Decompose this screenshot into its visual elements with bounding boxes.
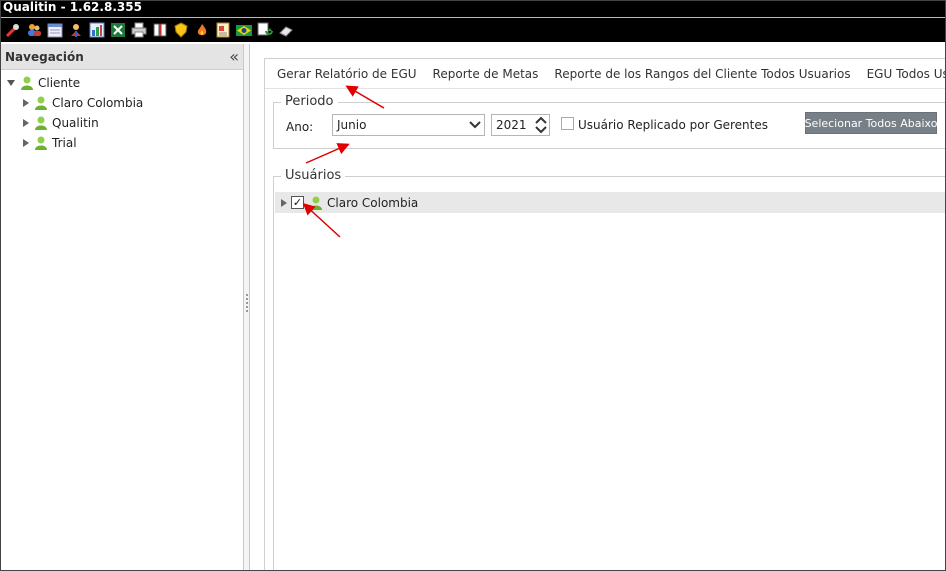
tree-label: Qualitin	[52, 116, 99, 130]
expand-arrow-icon[interactable]	[23, 139, 29, 147]
tab-egu-todos-usuarios[interactable]: EGU Todos Usuarios	[867, 67, 946, 81]
refresh-icon[interactable]	[256, 22, 273, 39]
user-tree-row[interactable]: ✓ Claro Colombia	[275, 192, 946, 213]
collapse-icon[interactable]: «	[229, 48, 239, 64]
check-icon: ✓	[292, 196, 303, 209]
expand-arrow-icon[interactable]	[7, 80, 15, 86]
user-row-label: Claro Colombia	[327, 195, 419, 210]
main-content: Gerar Relatório de EGU Reporte de Metas …	[251, 44, 946, 571]
window-title: Qualitin - 1.62.8.355	[3, 0, 142, 14]
report-icon[interactable]	[214, 22, 231, 39]
tree-node-cliente[interactable]: Cliente	[1, 73, 243, 93]
fire-icon[interactable]	[193, 22, 210, 39]
navigation-header: Navegación «	[1, 44, 243, 70]
users-icon[interactable]	[25, 22, 42, 39]
spin-down-icon[interactable]	[535, 126, 547, 134]
brazil-flag-icon[interactable]	[235, 22, 252, 39]
usuarios-fieldset: Usuários ✓ Claro Colombia	[273, 168, 946, 571]
ano-label: Ano:	[286, 120, 314, 134]
periodo-legend: Periodo	[281, 94, 338, 109]
tree-label: Cliente	[38, 76, 81, 90]
tree-node-qualitin[interactable]: Qualitin	[1, 113, 243, 133]
book-icon[interactable]	[151, 22, 168, 39]
chart-icon[interactable]	[88, 22, 105, 39]
tab-reporte-metas[interactable]: Reporte de Metas	[433, 67, 539, 81]
tree-node-claro-colombia[interactable]: Claro Colombia	[1, 93, 243, 113]
usuarios-legend: Usuários	[281, 168, 346, 183]
panel-splitter[interactable]	[244, 44, 250, 570]
user-group-icon	[35, 96, 47, 110]
replicado-label: Usuário Replicado por Gerentes	[578, 118, 768, 132]
spinner-buttons	[533, 115, 549, 135]
tree-node-trial[interactable]: Trial	[1, 133, 243, 153]
tools-icon[interactable]	[4, 22, 21, 39]
print-icon[interactable]	[130, 22, 147, 39]
expand-arrow-icon[interactable]	[23, 119, 29, 127]
chevron-down-icon[interactable]	[466, 115, 484, 135]
user-group-icon	[35, 136, 47, 150]
window-titlebar: Qualitin - 1.62.8.355	[0, 0, 946, 17]
user-group-icon	[35, 116, 47, 130]
splitter-grip-icon[interactable]	[246, 294, 248, 312]
month-value: Junio	[337, 118, 367, 132]
year-spinner[interactable]: 2021	[491, 114, 550, 136]
main-toolbar	[0, 18, 946, 42]
periodo-fieldset: Periodo Ano: Junio 2021 Usuário Replicad…	[273, 94, 946, 149]
navigation-panel: Navegación « Cliente Claro Colombia Qual…	[1, 44, 244, 570]
tree-label: Claro Colombia	[52, 96, 144, 110]
month-select[interactable]: Junio	[332, 114, 485, 136]
tree-label: Trial	[52, 136, 77, 150]
expand-arrow-icon[interactable]	[23, 99, 29, 107]
user-group-icon	[310, 196, 322, 210]
replicado-checkbox[interactable]	[561, 117, 574, 130]
tab-reporte-rangos[interactable]: Reporte de los Rangos del Cliente Todos …	[554, 67, 850, 81]
cooking-icon[interactable]	[67, 22, 84, 39]
shield-icon[interactable]	[172, 22, 189, 39]
calendar-icon[interactable]	[46, 22, 63, 39]
excel-icon[interactable]	[109, 22, 126, 39]
select-all-button[interactable]: Selecionar Todos Abaixo	[805, 112, 937, 134]
report-tabs: Gerar Relatório de EGU Reporte de Metas …	[265, 59, 946, 89]
year-value: 2021	[496, 118, 527, 132]
navigation-tree: Cliente Claro Colombia Qualitin Trial	[1, 70, 243, 153]
expand-arrow-icon[interactable]	[281, 198, 287, 207]
user-checkbox[interactable]: ✓	[291, 196, 304, 209]
report-panel: Gerar Relatório de EGU Reporte de Metas …	[264, 58, 946, 571]
eraser-icon[interactable]	[277, 22, 294, 39]
user-group-icon	[21, 76, 33, 90]
navigation-title: Navegación	[5, 49, 84, 64]
spin-up-icon[interactable]	[535, 116, 547, 124]
tab-gerar-relatorio-egu[interactable]: Gerar Relatório de EGU	[277, 67, 417, 81]
